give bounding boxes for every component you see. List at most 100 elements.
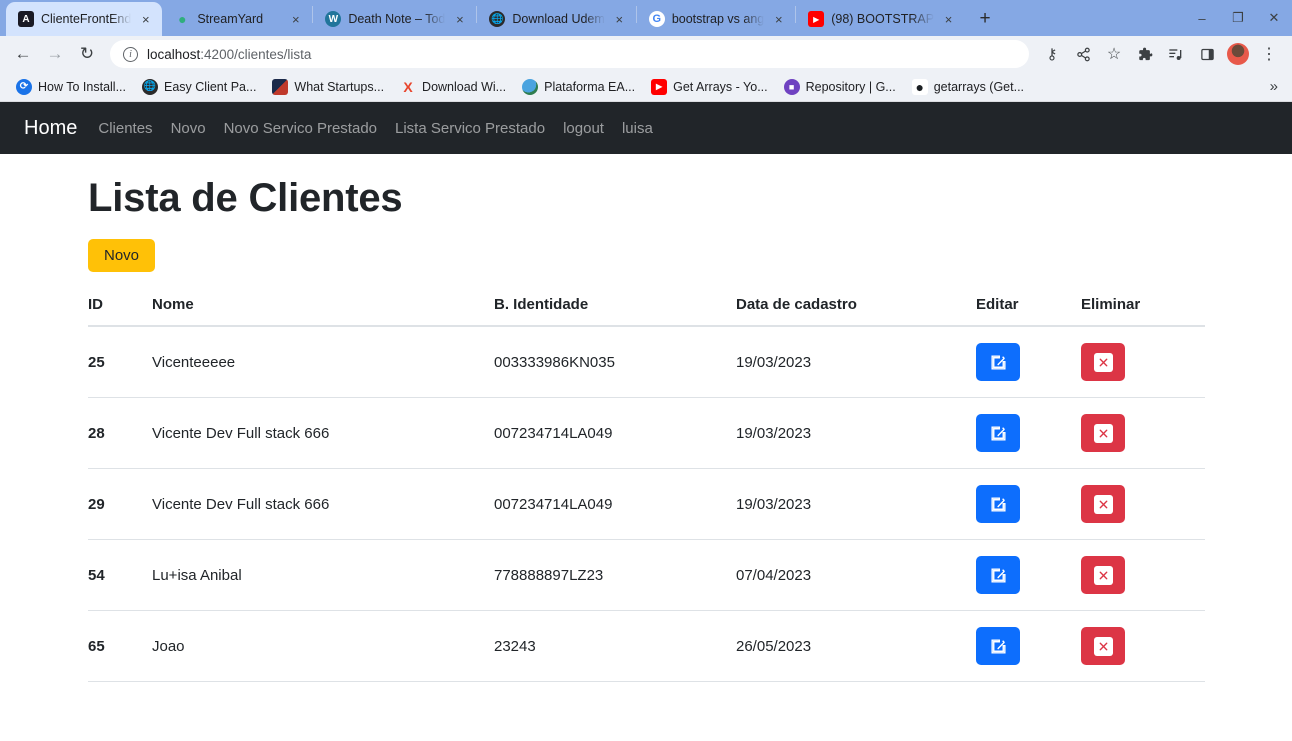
tab-close-icon[interactable]: ×	[771, 12, 786, 27]
tab-close-icon[interactable]: ×	[612, 12, 627, 27]
nav-link-clientes[interactable]: Clientes	[89, 120, 161, 137]
cell-editar	[976, 610, 1081, 682]
tab-close-icon[interactable]: ×	[452, 12, 467, 27]
navbar-brand-home[interactable]: Home	[16, 117, 89, 140]
password-key-icon[interactable]: ⚷	[1037, 39, 1067, 69]
edit-button[interactable]	[976, 343, 1020, 381]
bookmarks-overflow-icon[interactable]: »	[1264, 76, 1284, 97]
edit-button[interactable]	[976, 485, 1020, 523]
cell-bi: 007234714LA049	[494, 397, 736, 469]
novo-button[interactable]: Novo	[88, 239, 156, 272]
reload-button[interactable]: ↻	[72, 39, 102, 69]
cell-data: 07/04/2023	[736, 539, 976, 611]
new-tab-button[interactable]: +	[971, 5, 999, 33]
delete-x-icon	[1093, 423, 1113, 443]
browser-window: A ClienteFrontEnd × ● StreamYard × W Dea…	[0, 0, 1292, 741]
nav-link-lista-servico-prestado[interactable]: Lista Servico Prestado	[386, 120, 554, 137]
table-row: 28 Vicente Dev Full stack 666 007234714L…	[88, 397, 1205, 469]
browser-tab-2[interactable]: W Death Note – Tod ×	[313, 2, 476, 36]
cell-nome: Lu+isa Anibal	[152, 539, 494, 611]
browser-tab-0[interactable]: A ClienteFrontEnd ×	[6, 2, 163, 36]
column-header-eliminar: Eliminar	[1081, 288, 1205, 327]
bookmark-item-4[interactable]: Plataforma EA...	[514, 76, 643, 98]
delete-button[interactable]	[1081, 485, 1125, 523]
table-body: 25 Vicenteeeee 003333986KN035 19/03/2023	[88, 326, 1205, 682]
delete-button[interactable]	[1081, 414, 1125, 452]
url-text: localhost:4200/clientes/lista	[147, 47, 311, 62]
google-icon: G	[648, 11, 665, 27]
delete-button[interactable]	[1081, 343, 1125, 381]
browser-tab-3[interactable]: 🌐 Download Udem ×	[477, 2, 635, 36]
bookmark-item-6[interactable]: ■ Repository | G...	[776, 76, 904, 98]
nav-link-logout[interactable]: logout	[554, 120, 613, 137]
tab-close-icon[interactable]: ×	[288, 12, 303, 27]
globe-icon: 🌐	[489, 11, 506, 27]
back-arrow-icon: ←	[14, 44, 32, 63]
tab-close-icon[interactable]: ×	[138, 12, 153, 27]
edit-button[interactable]	[976, 627, 1020, 665]
nav-link-novo[interactable]: Novo	[162, 120, 215, 137]
tab-title: (98) BOOTSTRAP	[831, 12, 935, 26]
page-title: Lista de Clientes	[88, 176, 403, 220]
cell-nome: Vicente Dev Full stack 666	[152, 468, 494, 540]
restore-icon[interactable]: ❐	[1220, 3, 1256, 33]
bookmark-item-7[interactable]: ● getarrays (Get...	[904, 76, 1032, 98]
share-icon[interactable]	[1068, 39, 1098, 69]
url-path: :4200/clientes/lista	[200, 46, 312, 62]
cell-eliminar	[1081, 468, 1205, 540]
tab-close-icon[interactable]: ×	[941, 12, 956, 27]
side-panel-icon[interactable]	[1192, 39, 1222, 69]
youtube-icon: ▶	[808, 11, 825, 27]
delete-button[interactable]	[1081, 556, 1125, 594]
cell-id: 54	[88, 539, 152, 611]
toolbar-actions: ⚷ ☆ ⋮	[1037, 39, 1284, 69]
main-content: Lista de Clientes Novo ID Nome B. Identi…	[0, 154, 1292, 682]
bookmark-item-0[interactable]: ⟳ How To Install...	[8, 76, 134, 98]
edit-button[interactable]	[976, 556, 1020, 594]
url-host: localhost	[147, 46, 201, 62]
minimize-icon[interactable]: –	[1184, 3, 1220, 33]
tab-strip: A ClienteFrontEnd × ● StreamYard × W Dea…	[0, 0, 1292, 36]
column-header-editar: Editar	[976, 288, 1081, 327]
table-row: 54 Lu+isa Anibal 778888897LZ23 07/04/202…	[88, 539, 1205, 611]
close-icon[interactable]: ✕	[1256, 3, 1292, 33]
forward-button[interactable]: →	[40, 39, 70, 69]
reading-list-icon[interactable]	[1161, 39, 1191, 69]
cell-bi: 778888897LZ23	[494, 539, 736, 611]
cell-eliminar	[1081, 539, 1205, 611]
bookmark-label: getarrays (Get...	[933, 79, 1025, 94]
site-info-icon[interactable]: i	[123, 46, 138, 62]
cell-id: 29	[88, 468, 152, 540]
browser-tab-5[interactable]: ▶ (98) BOOTSTRAP ×	[796, 2, 965, 36]
edit-button[interactable]	[976, 414, 1020, 452]
nav-link-user-luisa[interactable]: luisa	[613, 120, 662, 137]
chrome-menu-icon[interactable]: ⋮	[1254, 39, 1284, 69]
address-bar[interactable]: i localhost:4200/clientes/lista	[110, 40, 1029, 68]
cell-data: 26/05/2023	[736, 610, 976, 682]
angular-icon: A	[18, 11, 34, 27]
browser-tab-1[interactable]: ● StreamYard ×	[162, 2, 312, 36]
bookmark-item-5[interactable]: ▶ Get Arrays - Yo...	[643, 76, 776, 98]
earth-icon	[522, 78, 539, 95]
forward-arrow-icon: →	[46, 44, 64, 63]
browser-tab-4[interactable]: G bootstrap vs ang ×	[637, 2, 795, 36]
table-row: 25 Vicenteeeee 003333986KN035 19/03/2023	[88, 326, 1205, 398]
bookmark-item-1[interactable]: 🌐 Easy Client Pa...	[134, 76, 264, 98]
clientes-table: ID Nome B. Identidade Data de cadastro E…	[88, 288, 1205, 682]
back-button[interactable]: ←	[8, 39, 38, 69]
extensions-icon[interactable]	[1130, 39, 1160, 69]
cell-data: 19/03/2023	[736, 468, 976, 540]
spinner-icon: ⟳	[16, 78, 32, 95]
cell-bi: 23243	[494, 610, 736, 682]
bookmark-item-3[interactable]: X Download Wi...	[392, 76, 514, 98]
nav-link-novo-servico-prestado[interactable]: Novo Servico Prestado	[215, 120, 386, 137]
youtube-icon: ▶	[651, 78, 668, 95]
bookmark-star-icon[interactable]: ☆	[1099, 39, 1129, 69]
delete-x-icon	[1093, 352, 1113, 372]
window-controls: – ❐ ✕	[1184, 0, 1292, 36]
column-header-id: ID	[88, 288, 152, 327]
bookmark-item-2[interactable]: What Startups...	[264, 76, 392, 98]
avatar[interactable]	[1227, 43, 1249, 65]
delete-button[interactable]	[1081, 627, 1125, 665]
tab-title: bootstrap vs ang	[671, 12, 765, 26]
